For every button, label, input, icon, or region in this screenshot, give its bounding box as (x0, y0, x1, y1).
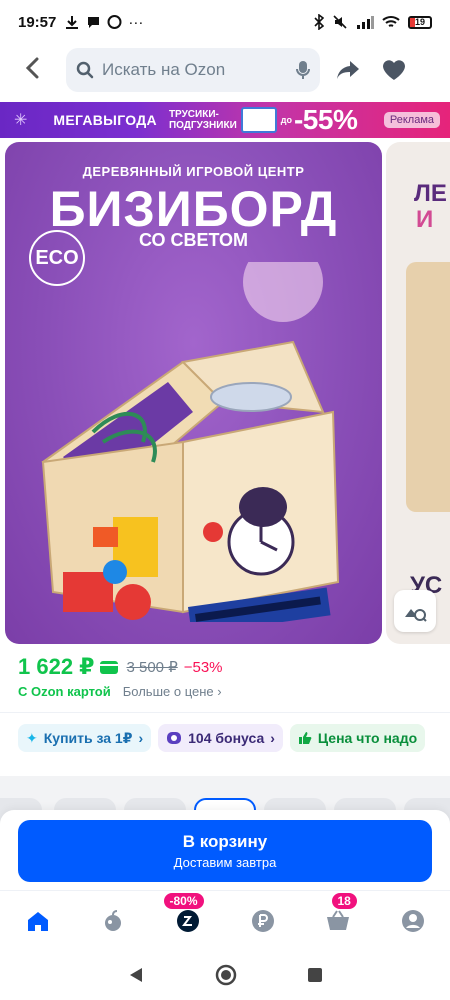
promo-upto: до (280, 114, 292, 125)
search-input[interactable]: Искать на Ozon (66, 48, 320, 92)
busy-board-house-illustration (41, 262, 340, 622)
cart-area: В корзину Доставим завтра (0, 810, 450, 890)
profile-icon (401, 909, 424, 932)
fresh-discount-badge: -80% (163, 892, 204, 909)
share-icon (337, 61, 359, 79)
promo-banner[interactable]: ✳ МЕГАВЫГОДА ТРУСИКИ- ПОДГУЗНИКИ до -55%… (0, 102, 450, 138)
status-bar: 19:57 ··· 19 (0, 0, 450, 44)
signal-icon (357, 16, 374, 29)
promo-subtitle-line2: ПОДГУЗНИКИ (168, 120, 237, 131)
chevron-right-icon: › (270, 730, 275, 746)
notification-download-icon (66, 16, 79, 29)
current-price: 1 622 ₽ (18, 654, 95, 679)
fresh-icon (104, 909, 121, 931)
nav-finance[interactable] (243, 901, 283, 941)
chevron-left-icon (25, 57, 39, 79)
add-to-cart-button[interactable]: В корзину Доставим завтра (18, 820, 432, 882)
bluetooth-icon (314, 14, 324, 30)
finance-icon (251, 909, 274, 932)
product-image-main[interactable]: ДЕРЕВЯННЫЙ ИГРОВОЙ ЦЕНТР БИЗИБОРД СО СВЕ… (5, 142, 382, 644)
promo-subtitle-line1: ТРУСИКИ- (168, 109, 219, 120)
status-system-icons: 19 (314, 14, 432, 30)
home-icon (27, 911, 48, 931)
more-about-price-link[interactable]: Больше о цене › (123, 684, 222, 699)
chevron-right-icon: › (217, 684, 222, 699)
chevron-right-icon: › (138, 730, 144, 746)
chip-bonus[interactable]: 104 бонуса › (158, 724, 283, 752)
promo-subtitle: ТРУСИКИ- ПОДГУЗНИКИ (169, 109, 237, 131)
ad-label: Реклама (383, 112, 440, 128)
nav-home[interactable] (18, 901, 58, 941)
offer-chips: ✦ Купить за 1₽ › 104 бонуса › Цена что н… (18, 724, 426, 752)
system-home-icon[interactable] (215, 964, 237, 986)
add-to-cart-label: В корзину (182, 832, 268, 851)
bottom-nav: -80% 18 (0, 890, 450, 950)
discount-percent: −53% (183, 658, 223, 676)
visual-search-icon (405, 609, 427, 622)
nav-profile[interactable] (393, 901, 433, 941)
bonus-icon (167, 732, 182, 744)
product-image-next[interactable]: ЛЕ И УС (386, 142, 450, 644)
battery-level: 19 (414, 16, 425, 27)
promo-title: МЕГАВЫГОДА (53, 112, 157, 128)
image-caption: ДЕРЕВЯННЫЙ ИГРОВОЙ ЦЕНТР (82, 164, 305, 179)
visual-search-button[interactable] (394, 590, 436, 632)
nav-premium[interactable]: -80% (163, 892, 208, 941)
cart-icon (326, 909, 349, 930)
chip-buy-label: Купить за 1₽ (43, 729, 133, 746)
system-recents-icon[interactable] (307, 967, 323, 983)
chip-good-price[interactable]: Цена что надо (289, 724, 426, 752)
share-button[interactable] (330, 52, 366, 88)
nav-fresh[interactable] (93, 901, 133, 941)
search-placeholder: Искать на Ozon (102, 60, 226, 79)
with-card-label: С Ozon картой (18, 684, 111, 699)
delivery-label: Доставим завтра (173, 855, 277, 870)
favorite-button[interactable] (376, 52, 412, 88)
side-toy-illustration (406, 262, 450, 512)
status-notification-icons: ··· (64, 14, 143, 31)
thumb-up-icon (298, 732, 312, 744)
nav-cart[interactable]: 18 (318, 892, 358, 941)
more-notifications-icon: ··· (128, 13, 144, 31)
chip-buy-for-1[interactable]: ✦ Купить за 1₽ › (18, 724, 152, 752)
mute-icon (333, 15, 347, 29)
wifi-icon (382, 16, 400, 27)
diaper-pack-image (240, 107, 277, 133)
old-price: 3 500 ₽ (126, 659, 178, 676)
chat-icon (88, 17, 100, 28)
chip-bonus-label: 104 бонуса (188, 730, 265, 746)
search-header: Искать на Ozon (0, 44, 450, 96)
heart-icon (383, 60, 405, 80)
system-back-icon[interactable] (127, 966, 145, 984)
system-navigation-bar (0, 950, 450, 1000)
search-icon (76, 61, 94, 79)
chip-good-price-label: Цена что надо (317, 730, 418, 746)
more-about-price-label: Больше о цене (122, 684, 214, 699)
sparkle-icon: ✦ (26, 729, 38, 746)
cart-count-badge: 18 (331, 892, 357, 909)
snowflake-icon: ✳ (14, 112, 28, 129)
premium-icon (176, 909, 199, 932)
whatsapp-icon (107, 15, 122, 29)
price-subline: С Ozon картой Больше о цене › (18, 684, 222, 699)
microphone-icon[interactable] (296, 60, 310, 80)
back-button[interactable] (12, 55, 52, 85)
side-image-text1: ЛЕ (414, 180, 447, 207)
divider (0, 712, 450, 713)
battery-icon: 19 (408, 15, 432, 29)
status-time: 19:57 (18, 13, 57, 31)
product-gallery[interactable]: ДЕРЕВЯННЫЙ ИГРОВОЙ ЦЕНТР БИЗИБОРД СО СВЕ… (0, 142, 450, 646)
side-image-text2: И (416, 206, 434, 233)
promo-discount: -55% (293, 104, 358, 135)
price-row: 1 622 ₽ 3 500 ₽ −53% (18, 654, 223, 680)
card-icon (100, 660, 119, 674)
